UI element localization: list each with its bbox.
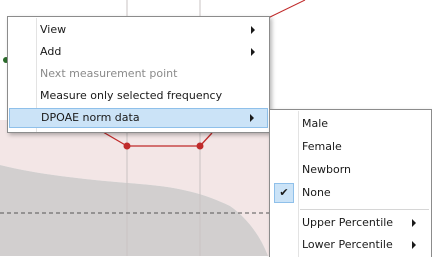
submenu-arrow-icon	[412, 219, 416, 227]
submenu-item-lower-percentile[interactable]: Lower Percentile	[271, 234, 430, 256]
menu-item-dpoae-norm-data[interactable]: DPOAE norm data	[9, 108, 268, 128]
menu-item-label: Add	[40, 45, 62, 58]
menu-item-add[interactable]: Add	[9, 42, 268, 62]
submenu-item-none[interactable]: ✔ None	[271, 182, 430, 204]
checkmark-icon: ✔	[274, 183, 294, 203]
context-menu: View Add Next measurement point Measure …	[7, 16, 270, 133]
submenu-item-upper-percentile[interactable]: Upper Percentile	[271, 212, 430, 234]
menu-item-view[interactable]: View	[9, 20, 268, 40]
submenu-item-label: Upper Percentile	[302, 216, 394, 229]
menu-item-label: DPOAE norm data	[41, 111, 140, 124]
menu-item-label: Measure only selected frequency	[40, 89, 223, 102]
submenu-arrow-icon	[251, 48, 255, 56]
submenu-arrow-icon	[412, 241, 416, 249]
menu-separator	[300, 209, 429, 210]
submenu-item-female[interactable]: Female	[271, 136, 430, 158]
menu-item-label: Next measurement point	[40, 67, 178, 80]
dpoae-point	[123, 142, 131, 150]
submenu-item-label: Lower Percentile	[302, 238, 393, 251]
norm-data-submenu: Male Female Newborn ✔ None Upper Percent…	[269, 109, 432, 257]
submenu-arrow-icon	[250, 114, 254, 122]
submenu-item-label: Male	[302, 117, 329, 130]
submenu-item-male[interactable]: Male	[271, 113, 430, 135]
menu-item-next-measurement-point[interactable]: Next measurement point	[9, 64, 268, 84]
dpoae-point	[196, 142, 204, 150]
submenu-item-label: Female	[302, 140, 342, 153]
submenu-arrow-icon	[251, 26, 255, 34]
submenu-item-label: None	[302, 186, 331, 199]
menu-item-label: View	[40, 23, 67, 36]
submenu-item-newborn[interactable]: Newborn	[271, 159, 430, 181]
submenu-item-label: Newborn	[302, 163, 352, 176]
menu-item-measure-only-selected-frequency[interactable]: Measure only selected frequency	[9, 86, 268, 106]
